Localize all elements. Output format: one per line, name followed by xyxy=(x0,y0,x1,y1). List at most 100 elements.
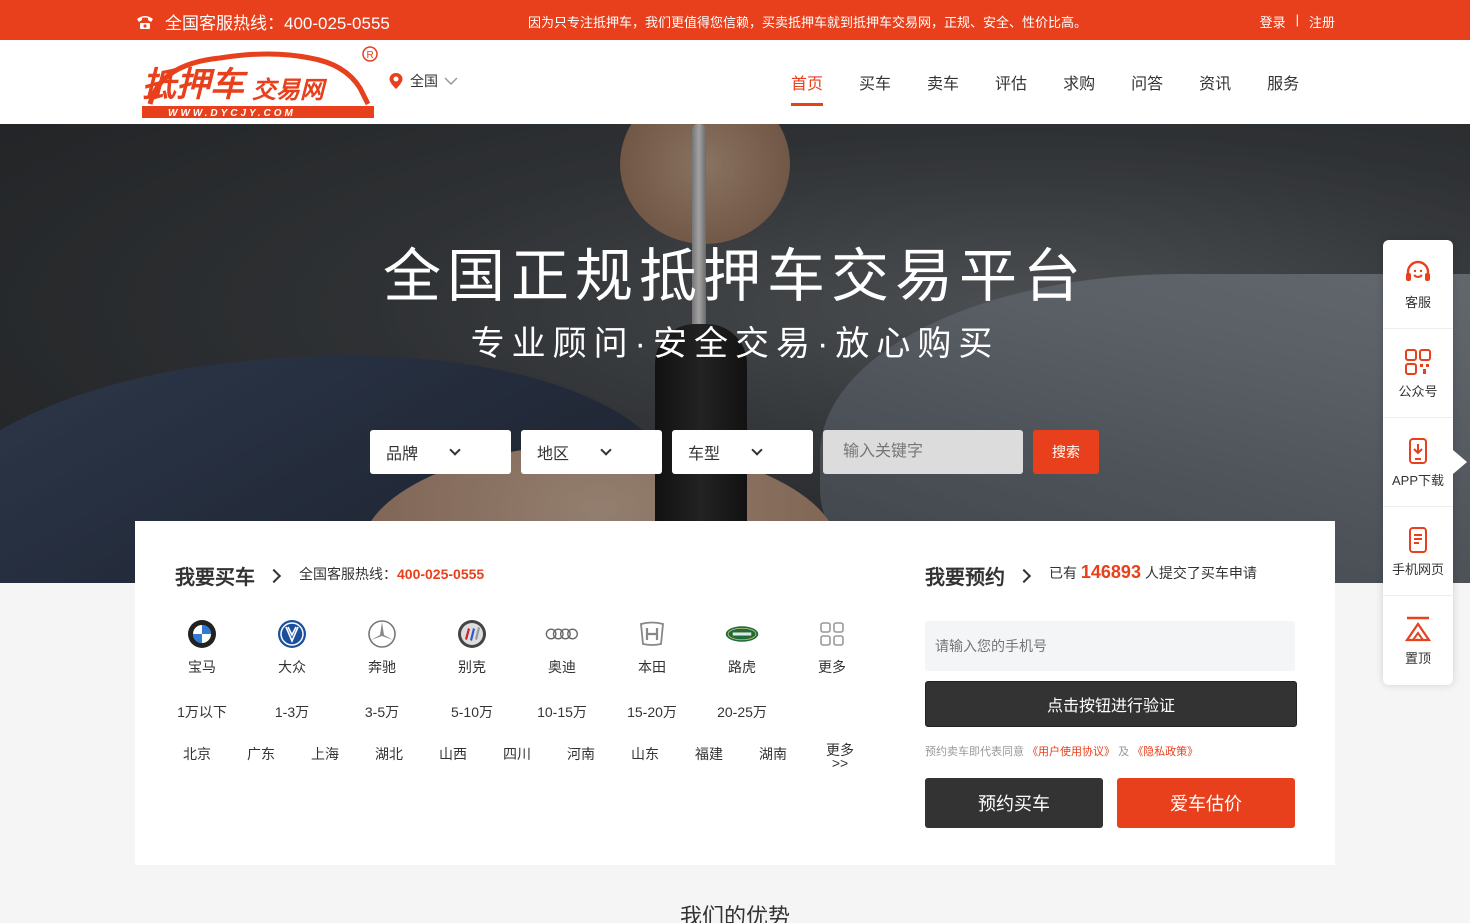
region-link[interactable]: 山东 xyxy=(613,744,677,770)
brand-buick[interactable]: 别克 xyxy=(427,617,517,677)
booking-title-text: 我要预约 xyxy=(925,567,1005,589)
qr-code-icon xyxy=(1405,348,1431,375)
phone-download-icon xyxy=(1409,437,1427,464)
price-range[interactable]: 10-15万 xyxy=(517,702,607,722)
search-button[interactable]: 搜索 xyxy=(1033,430,1099,474)
honda-logo-icon xyxy=(640,621,664,646)
chevron-right-icon xyxy=(266,568,282,583)
estimate-button[interactable]: 爱车估价 xyxy=(1117,778,1295,828)
nav-service[interactable]: 服务 xyxy=(1249,70,1317,106)
user-agreement-link[interactable]: 《用户使用协议》 xyxy=(1027,746,1115,758)
region-link[interactable]: 四川 xyxy=(485,744,549,770)
booking-section-title[interactable]: 我要预约 xyxy=(925,561,1032,590)
main-nav: 首页 买车 卖车 评估 求购 问答 资讯 服务 xyxy=(773,70,1317,106)
auth-divider: | xyxy=(1295,12,1299,27)
keyword-input[interactable] xyxy=(823,430,1023,474)
hero-subtitle: 专业顾问·安全交易·放心购买 xyxy=(470,325,1000,363)
hero-title: 全国正规抵押车交易平台 xyxy=(382,244,1087,309)
brand-audi[interactable]: 奥迪 xyxy=(517,617,607,677)
dock-customer-service[interactable]: 客服 xyxy=(1383,240,1453,329)
region-link[interactable]: 湖南 xyxy=(741,744,805,770)
brand-honda[interactable]: 本田 xyxy=(607,617,697,677)
phone-input[interactable] xyxy=(925,621,1295,671)
svg-text:WWW.DYCJY.COM: WWW.DYCJY.COM xyxy=(168,108,296,119)
nav-news[interactable]: 资讯 xyxy=(1181,70,1249,106)
svg-text:R: R xyxy=(367,50,374,61)
verify-button[interactable]: 点击按钮进行验证 xyxy=(925,681,1297,727)
site-logo[interactable]: 抵押车 交易网 WWW.DYCJY.COM R xyxy=(140,44,380,120)
buy-hotline-label: 全国客服热线： xyxy=(299,566,397,582)
search-bar: 品牌 地区 车型 搜索 xyxy=(370,430,1099,474)
chevron-down-icon xyxy=(751,444,763,456)
brand-select[interactable]: 品牌 xyxy=(370,430,511,474)
dock-mobile-web[interactable]: 手机网页 xyxy=(1383,507,1453,596)
region-link[interactable]: 河南 xyxy=(549,744,613,770)
login-link[interactable]: 登录 xyxy=(1260,12,1286,31)
chevron-down-icon xyxy=(444,77,458,85)
brand-more[interactable]: 更多 xyxy=(787,617,877,677)
back-to-top-icon xyxy=(1404,616,1432,642)
brand-benz[interactable]: 奔驰 xyxy=(337,617,427,677)
bmw-logo-icon xyxy=(188,620,216,648)
dock-pointer xyxy=(1453,450,1467,474)
price-range[interactable]: 15-20万 xyxy=(607,702,697,722)
nav-wanted[interactable]: 求购 xyxy=(1045,70,1113,106)
count-suffix: 人提交了买车申请 xyxy=(1144,565,1257,581)
region-link[interactable]: 湖北 xyxy=(357,744,421,770)
buy-section-title[interactable]: 我要买车 xyxy=(175,561,282,590)
region-link[interactable]: 福建 xyxy=(677,744,741,770)
city-label: 全国 xyxy=(410,73,438,89)
region-select[interactable]: 地区 xyxy=(521,430,662,474)
book-buy-button[interactable]: 预约买车 xyxy=(925,778,1103,828)
svg-text:抵押车: 抵押车 xyxy=(142,66,249,104)
price-range[interactable]: 1-3万 xyxy=(247,702,337,722)
svg-text:交易网: 交易网 xyxy=(252,77,328,104)
volkswagen-logo-icon xyxy=(278,620,306,648)
price-range[interactable]: 1万以下 xyxy=(157,702,247,722)
dock-label: 客服 xyxy=(1404,294,1431,310)
mobile-page-icon xyxy=(1409,526,1427,553)
dock-label: 置顶 xyxy=(1404,651,1431,666)
buick-logo-icon xyxy=(458,620,486,648)
price-range[interactable]: 5-10万 xyxy=(427,702,517,722)
agree-prefix: 预约卖车即代表同意 xyxy=(925,746,1024,758)
privacy-policy-link[interactable]: 《隐私政策》 xyxy=(1132,746,1198,758)
buy-hotline-number: 400-025-0555 xyxy=(397,566,485,582)
brand-label: 更多 xyxy=(818,659,846,675)
register-link[interactable]: 注册 xyxy=(1309,12,1335,31)
dock-app-download[interactable]: APP下载 xyxy=(1383,418,1453,507)
brand-vw[interactable]: 大众 xyxy=(247,617,337,677)
type-select[interactable]: 车型 xyxy=(672,430,813,474)
brand-bmw[interactable]: 宝马 xyxy=(157,617,247,677)
nav-sell[interactable]: 卖车 xyxy=(909,70,977,106)
region-link[interactable]: 上海 xyxy=(293,744,357,770)
nav-buy[interactable]: 买车 xyxy=(841,70,909,106)
nav-home[interactable]: 首页 xyxy=(773,70,841,106)
advantage-title: 我们的优势 xyxy=(679,904,790,923)
buy-hotline: 全国客服热线：400-025-0555 xyxy=(299,564,484,584)
land-rover-logo-icon xyxy=(725,626,759,642)
buy-title-text: 我要买车 xyxy=(175,567,255,589)
price-range[interactable]: 20-25万 xyxy=(697,702,787,722)
region-link[interactable]: 广东 xyxy=(229,744,293,770)
agree-and: 及 xyxy=(1118,746,1130,758)
dock-label: 手机网页 xyxy=(1391,561,1444,577)
price-range[interactable]: 3-5万 xyxy=(337,702,427,722)
region-link[interactable]: 山西 xyxy=(421,744,485,770)
nav-evaluate[interactable]: 评估 xyxy=(977,70,1045,106)
brand-select-label: 品牌 xyxy=(386,446,419,463)
dock-back-to-top[interactable]: 置顶 xyxy=(1383,596,1453,685)
dock-wechat-account[interactable]: 公众号 xyxy=(1383,329,1453,418)
grid-icon xyxy=(820,622,844,646)
top-bar: 全国客服热线：400-025-0555 因为只专注抵押车，我们更值得您信赖，买卖… xyxy=(0,0,1470,40)
region-link[interactable]: 北京 xyxy=(165,744,229,770)
brand-landrover[interactable]: 路虎 xyxy=(697,617,787,677)
price-list: 1万以下 1-3万 3-5万 5-10万 10-15万 15-20万 20-25… xyxy=(157,702,787,722)
booking-count: 已有 146893 人提交了买车申请 xyxy=(1049,562,1257,583)
hotline: 全国客服热线：400-025-0555 xyxy=(135,9,390,34)
brand-label: 大众 xyxy=(278,659,306,675)
city-selector[interactable]: 全国 xyxy=(388,71,458,91)
nav-qa[interactable]: 问答 xyxy=(1113,70,1181,106)
regions-more-link[interactable]: 更多 >> xyxy=(811,743,869,770)
brand-list: 宝马 大众 奔驰 别克 奥迪 本田 路虎 更多 xyxy=(157,617,877,677)
